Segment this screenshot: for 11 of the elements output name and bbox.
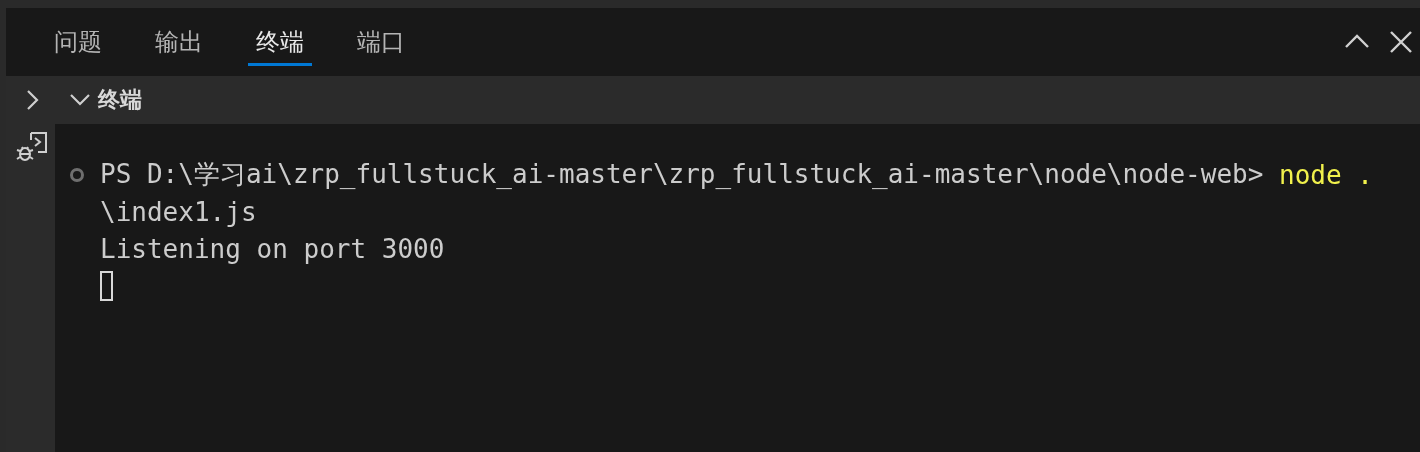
section-title[interactable]: 终端: [98, 85, 142, 115]
command-text: node .: [1279, 159, 1373, 190]
output-text: \index1.js: [100, 196, 257, 227]
text-cursor: [100, 270, 113, 301]
panel-tab[interactable]: 终端: [244, 8, 316, 76]
prompt-text: PS D:\学习ai\zrp_fullstuck_ai-master\zrp_fullstuck_ai-master\node\node-web>: [100, 158, 1265, 191]
output-text: Listening on port 3000: [100, 233, 445, 264]
panel-tab[interactable]: 问题: [42, 8, 114, 76]
command-status-icon[interactable]: [70, 167, 84, 182]
panel-tab[interactable]: 端口: [345, 8, 417, 76]
panel-tab[interactable]: 输出: [143, 8, 215, 76]
